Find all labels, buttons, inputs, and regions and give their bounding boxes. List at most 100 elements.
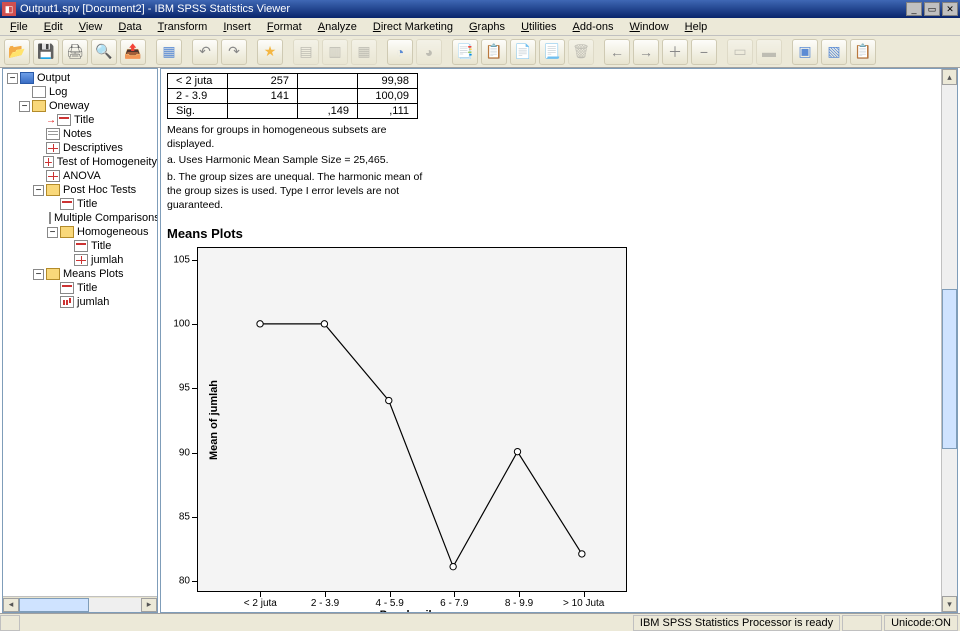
chart-data-point xyxy=(579,551,585,557)
means-plots-heading: Means Plots xyxy=(167,226,931,241)
outline-item-label: Oneway xyxy=(49,100,89,112)
scroll-thumb[interactable] xyxy=(19,598,89,612)
menu-utilities[interactable]: Utilities xyxy=(513,20,564,34)
open-icon[interactable]: 📂 xyxy=(4,39,30,65)
outline-horizontal-scrollbar[interactable]: ◂ ▸ xyxy=(3,596,157,612)
arrow-left-icon[interactable]: ← xyxy=(604,39,630,65)
content-body[interactable]: < 2 juta25799,982 - 3.9141100,09Sig.,149… xyxy=(161,69,941,612)
table-row: Sig.,149,111 xyxy=(168,104,418,119)
outline-item-output[interactable]: −Output xyxy=(5,71,157,85)
arrow-right-icon[interactable]: → xyxy=(633,39,659,65)
outline-item-title[interactable]: Title xyxy=(5,239,157,253)
x-tick xyxy=(325,591,326,597)
scroll-track-vertical[interactable] xyxy=(942,85,957,596)
menu-add-ons[interactable]: Add-ons xyxy=(565,20,622,34)
x-tick-label: < 2 juta xyxy=(244,598,277,609)
outline-item-title[interactable]: Title xyxy=(5,281,157,295)
menu-direct-marketing[interactable]: Direct Marketing xyxy=(365,20,461,34)
menu-view[interactable]: View xyxy=(71,20,111,34)
goto-data-icon[interactable]: ★ xyxy=(257,39,283,65)
close-button[interactable]: ✕ xyxy=(942,2,958,16)
status-cell-empty-1 xyxy=(0,615,20,631)
menu-format[interactable]: Format xyxy=(259,20,310,34)
minimize-button[interactable]: _ xyxy=(906,2,922,16)
menu-transform[interactable]: Transform xyxy=(150,20,216,34)
print-icon[interactable]: 🖨 xyxy=(62,39,88,65)
menu-edit[interactable]: Edit xyxy=(36,20,71,34)
outline-item-title[interactable]: Title xyxy=(5,197,157,211)
outline-item-multiple-comparisons[interactable]: Multiple Comparisons xyxy=(5,211,157,225)
outline-item-log[interactable]: Log xyxy=(5,85,157,99)
dialog-recall-icon[interactable]: ▦ xyxy=(156,39,182,65)
save-icon[interactable]: 💾 xyxy=(33,39,59,65)
menu-graphs[interactable]: Graphs xyxy=(461,20,513,34)
collapse-icon[interactable]: − xyxy=(33,269,44,280)
table-cell: 2 - 3.9 xyxy=(168,89,228,104)
restore-button[interactable]: ▭ xyxy=(924,2,940,16)
undo-icon[interactable]: ↶ xyxy=(192,39,218,65)
insert-title-icon[interactable]: 📋 xyxy=(481,39,507,65)
footnote-b: b. The group sizes are unequal. The harm… xyxy=(167,170,427,213)
menu-data[interactable]: Data xyxy=(110,20,149,34)
table-icon xyxy=(46,142,60,154)
collapse-icon[interactable]: − xyxy=(33,185,44,196)
redo-icon[interactable]: ↷ xyxy=(221,39,247,65)
outline-item-descriptives[interactable]: Descriptives xyxy=(5,141,157,155)
scroll-track[interactable] xyxy=(19,598,141,612)
means-plot-chart[interactable]: Mean of jumlah Penghasilan 8085909510010… xyxy=(197,247,627,592)
tree-spacer xyxy=(47,297,58,308)
collapse-icon[interactable]: − xyxy=(7,73,18,84)
outline-item-title[interactable]: →Title xyxy=(5,113,157,127)
content-vertical-scrollbar[interactable]: ▴ ▾ xyxy=(941,69,957,612)
outline-item-anova[interactable]: ANOVA xyxy=(5,169,157,183)
demote-icon[interactable]: − xyxy=(691,39,717,65)
outline-item-label: Test of Homogeneity xyxy=(57,156,157,168)
outline-item-jumlah[interactable]: jumlah xyxy=(5,295,157,309)
promote-icon[interactable]: ＋ xyxy=(662,39,688,65)
title-icon xyxy=(74,240,88,252)
outline-item-post-hoc-tests[interactable]: −Post Hoc Tests xyxy=(5,183,157,197)
status-bar: IBM SPSS Statistics Processor is ready U… xyxy=(0,613,960,631)
tree-spacer xyxy=(33,171,44,182)
table-cell: Sig. xyxy=(168,104,228,119)
print-preview-icon[interactable]: 🔍 xyxy=(91,39,117,65)
menu-help[interactable]: Help xyxy=(677,20,716,34)
table-cell xyxy=(228,104,298,119)
chart-data-point xyxy=(450,564,456,570)
insert-text-icon[interactable]: 📄 xyxy=(510,39,536,65)
outline-tree[interactable]: −OutputLog − Oneway→TitleNotesDescriptives… xyxy=(3,69,157,596)
select-last-icon[interactable]: ◔ xyxy=(387,39,413,65)
menu-file[interactable]: File xyxy=(2,20,36,34)
new-page-icon[interactable]: 📃 xyxy=(539,39,565,65)
outline-item-oneway[interactable]: − Oneway xyxy=(5,99,157,113)
menu-insert[interactable]: Insert xyxy=(215,20,259,34)
collapse-icon[interactable]: − xyxy=(19,101,30,112)
outline-item-label: jumlah xyxy=(77,296,109,308)
table-cell: < 2 juta xyxy=(168,74,228,89)
copy-special-icon[interactable]: 📋 xyxy=(850,39,876,65)
outline-item-label: Log xyxy=(49,86,67,98)
scroll-down-button[interactable]: ▾ xyxy=(942,596,957,612)
outline-item-jumlah[interactable]: jumlah xyxy=(5,253,157,267)
outline-item-notes[interactable]: Notes xyxy=(5,127,157,141)
scroll-up-button[interactable]: ▴ xyxy=(942,69,957,85)
insert-heading-icon[interactable]: 📑 xyxy=(452,39,478,65)
show-hide-icon[interactable]: ▧ xyxy=(821,39,847,65)
scroll-left-button[interactable]: ◂ xyxy=(3,598,19,612)
chart-x-axis-label: Penghasilan xyxy=(198,609,626,612)
menu-analyze[interactable]: Analyze xyxy=(310,20,365,34)
homogeneous-subsets-table[interactable]: < 2 juta25799,982 - 3.9141100,09Sig.,149… xyxy=(167,73,418,119)
outline-item-means-plots[interactable]: −Means Plots xyxy=(5,267,157,281)
scroll-right-button[interactable]: ▸ xyxy=(141,598,157,612)
table-icon xyxy=(46,170,60,182)
outline-item-label: Multiple Comparisons xyxy=(54,212,157,224)
outline-item-label: Title xyxy=(77,198,97,210)
output-icon xyxy=(20,72,34,84)
designate-window-icon[interactable]: ▣ xyxy=(792,39,818,65)
export-icon[interactable]: 📤 xyxy=(120,39,146,65)
collapse-icon[interactable]: − xyxy=(47,227,58,238)
outline-item-test-of-homogeneity[interactable]: Test of Homogeneity xyxy=(5,155,157,169)
menu-window[interactable]: Window xyxy=(622,20,677,34)
scroll-thumb-vertical[interactable] xyxy=(942,289,957,449)
outline-item-homogeneous[interactable]: −Homogeneous xyxy=(5,225,157,239)
